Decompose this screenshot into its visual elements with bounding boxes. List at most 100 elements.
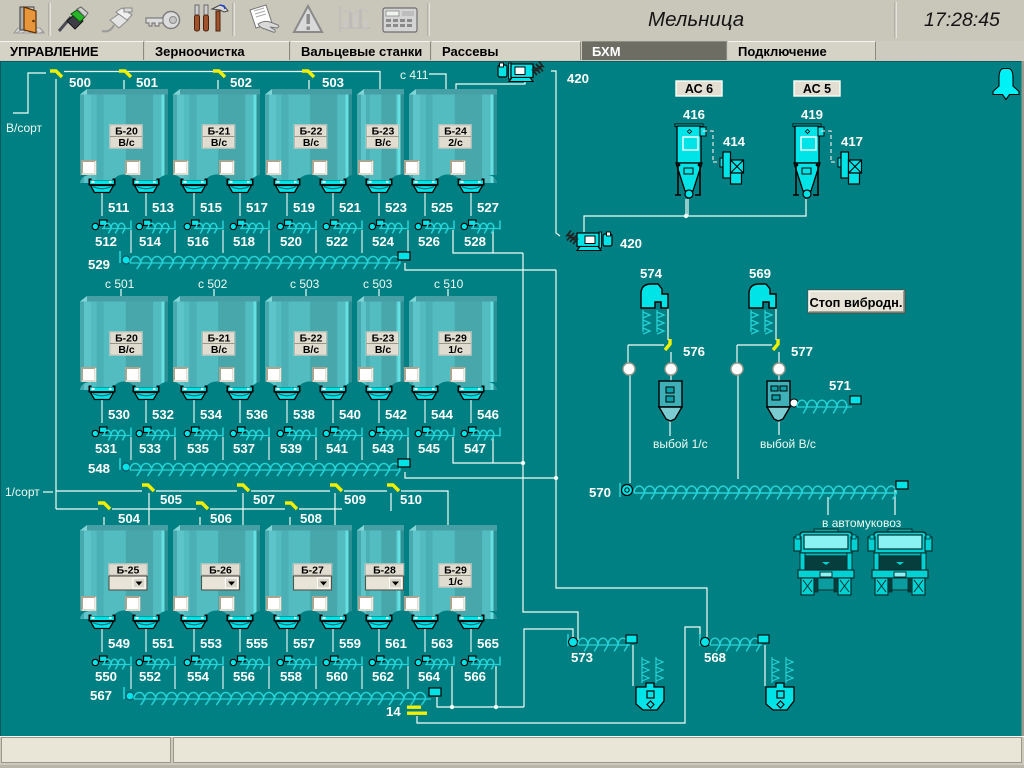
svg-text:506: 506 (210, 511, 232, 526)
svg-text:532: 532 (152, 407, 174, 422)
svg-text:574: 574 (640, 266, 663, 281)
svg-text:В/с: В/с (375, 137, 392, 149)
svg-text:533: 533 (139, 441, 161, 456)
svg-text:502: 502 (230, 75, 252, 90)
svg-text:536: 536 (246, 407, 268, 422)
svg-text:526: 526 (418, 234, 440, 249)
svg-text:551: 551 (152, 636, 174, 651)
svg-text:552: 552 (139, 669, 161, 684)
svg-text:Б-23: Б-23 (372, 125, 395, 137)
svg-text:546: 546 (477, 407, 499, 422)
svg-text:553: 553 (200, 636, 222, 651)
svg-text:420: 420 (620, 236, 642, 251)
svg-text:514: 514 (139, 234, 162, 249)
svg-text:416: 416 (683, 107, 705, 122)
svg-text:554: 554 (187, 669, 210, 684)
svg-text:576: 576 (683, 344, 705, 359)
svg-text:570: 570 (589, 485, 611, 500)
svg-text:В/с: В/с (303, 344, 320, 356)
svg-text:563: 563 (431, 636, 453, 651)
svg-text:565: 565 (477, 636, 499, 651)
svg-text:1/с: 1/с (448, 344, 463, 356)
svg-text:Б-22: Б-22 (300, 332, 323, 344)
svg-text:540: 540 (339, 407, 361, 422)
svg-text:573: 573 (571, 650, 593, 665)
svg-text:с 411: с 411 (400, 68, 429, 82)
svg-text:528: 528 (464, 234, 486, 249)
svg-text:АС 6: АС 6 (685, 82, 713, 96)
svg-text:Б-22: Б-22 (300, 125, 323, 137)
svg-text:529: 529 (88, 257, 110, 272)
svg-text:530: 530 (108, 407, 130, 422)
svg-text:АС 5: АС 5 (803, 82, 831, 96)
svg-text:в автомуковоз: в автомуковоз (822, 516, 902, 530)
svg-text:с 503: с 503 (290, 277, 320, 291)
svg-text:Б-27: Б-27 (301, 564, 324, 576)
svg-text:с 510: с 510 (434, 277, 464, 291)
svg-text:503: 503 (322, 75, 344, 90)
svg-text:561: 561 (385, 636, 407, 651)
svg-text:568: 568 (704, 650, 726, 665)
svg-text:Б-28: Б-28 (373, 564, 396, 576)
svg-text:505: 505 (160, 492, 182, 507)
svg-text:549: 549 (108, 636, 130, 651)
svg-text:501: 501 (136, 75, 158, 90)
svg-text:524: 524 (372, 234, 395, 249)
svg-text:В/с: В/с (211, 137, 228, 149)
svg-text:510: 510 (400, 492, 422, 507)
svg-text:545: 545 (418, 441, 440, 456)
svg-text:В/с: В/с (118, 344, 135, 356)
svg-text:Б-29: Б-29 (444, 564, 467, 576)
svg-text:542: 542 (385, 407, 407, 422)
svg-text:577: 577 (791, 344, 813, 359)
svg-text:537: 537 (233, 441, 255, 456)
svg-text:выбой В/с: выбой В/с (760, 437, 816, 451)
svg-text:417: 417 (841, 134, 863, 149)
svg-text:513: 513 (152, 200, 174, 215)
svg-text:558: 558 (280, 669, 302, 684)
svg-text:Стоп вибродн.: Стоп вибродн. (810, 295, 903, 310)
svg-text:527: 527 (477, 200, 499, 215)
svg-text:547: 547 (464, 441, 486, 456)
svg-text:555: 555 (246, 636, 268, 651)
svg-text:521: 521 (339, 200, 361, 215)
svg-text:564: 564 (418, 669, 441, 684)
svg-text:1/сорт: 1/сорт (5, 485, 40, 499)
svg-text:Б-21: Б-21 (208, 332, 231, 344)
svg-text:515: 515 (200, 200, 222, 215)
svg-text:2/с: 2/с (448, 137, 463, 149)
svg-text:556: 556 (233, 669, 255, 684)
svg-text:507: 507 (253, 492, 275, 507)
svg-text:512: 512 (95, 234, 117, 249)
svg-text:419: 419 (801, 107, 823, 122)
svg-text:525: 525 (431, 200, 453, 215)
svg-text:14: 14 (386, 704, 401, 719)
svg-text:509: 509 (344, 492, 366, 507)
svg-text:с 503: с 503 (363, 277, 393, 291)
svg-text:выбой 1/с: выбой 1/с (653, 437, 708, 451)
svg-text:516: 516 (187, 234, 209, 249)
svg-text:520: 520 (280, 234, 302, 249)
svg-text:535: 535 (187, 441, 209, 456)
svg-text:500: 500 (69, 75, 91, 90)
svg-text:523: 523 (385, 200, 407, 215)
svg-text:538: 538 (293, 407, 315, 422)
svg-text:534: 534 (200, 407, 223, 422)
svg-text:В/с: В/с (118, 137, 135, 149)
svg-text:519: 519 (293, 200, 315, 215)
svg-text:544: 544 (431, 407, 454, 422)
svg-text:567: 567 (90, 688, 112, 703)
svg-text:560: 560 (326, 669, 348, 684)
svg-text:550: 550 (95, 669, 117, 684)
svg-text:543: 543 (372, 441, 394, 456)
svg-text:518: 518 (233, 234, 255, 249)
svg-text:541: 541 (326, 441, 348, 456)
svg-text:с 501: с 501 (105, 277, 135, 291)
svg-text:Б-24: Б-24 (444, 125, 467, 137)
svg-text:511: 511 (108, 200, 129, 215)
svg-text:508: 508 (300, 511, 322, 526)
svg-text:В/сорт: В/сорт (6, 121, 43, 135)
svg-text:562: 562 (372, 669, 394, 684)
svg-text:517: 517 (246, 200, 268, 215)
svg-text:Б-26: Б-26 (209, 564, 232, 576)
